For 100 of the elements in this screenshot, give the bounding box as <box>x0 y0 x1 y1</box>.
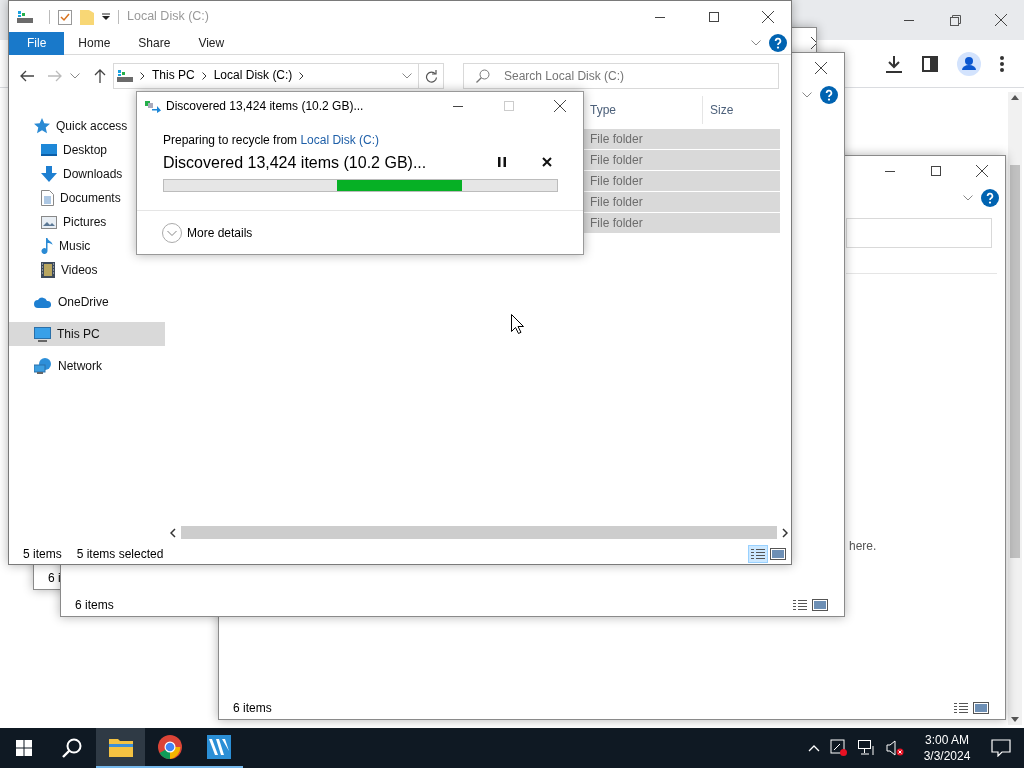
maximize-icon <box>504 101 514 111</box>
dropdown-icon[interactable] <box>402 72 412 79</box>
drive-icon <box>117 68 133 83</box>
close-icon[interactable] <box>762 10 774 23</box>
volume-muted-icon[interactable] <box>886 740 904 756</box>
help-icon[interactable] <box>769 34 787 52</box>
table-row[interactable]: File folder <box>583 171 780 192</box>
scroll-up-icon[interactable] <box>1011 95 1019 100</box>
progress-heading: Discovered 13,424 items (10.2 GB)... <box>163 152 427 172</box>
details-view-icon[interactable] <box>792 599 808 611</box>
hint-text: here. <box>849 539 877 554</box>
breadcrumb-chevron-icon[interactable] <box>140 71 145 80</box>
menu-icon[interactable] <box>1000 55 1004 72</box>
maximize-icon[interactable] <box>709 11 719 22</box>
scroll-down-icon[interactable] <box>1011 717 1019 722</box>
security-icon[interactable] <box>830 739 848 757</box>
film-icon <box>41 262 55 278</box>
music-note-icon <box>41 238 53 254</box>
scroll-left-icon[interactable] <box>170 527 176 538</box>
status-text: 5 items <box>23 546 62 562</box>
cloud-icon <box>34 296 52 308</box>
profile-icon[interactable] <box>957 51 981 76</box>
refresh-button[interactable] <box>419 62 444 89</box>
network-icon <box>34 358 52 374</box>
side-panel-icon[interactable] <box>922 55 938 72</box>
window-title: Local Disk (C:) <box>127 9 209 24</box>
preview-view-icon[interactable] <box>973 702 989 714</box>
search-field[interactable] <box>846 218 992 248</box>
preview-view-button[interactable] <box>768 545 788 563</box>
ribbon-tab[interactable]: File <box>9 31 65 55</box>
nav-item[interactable]: OneDrive <box>9 290 165 314</box>
source-link[interactable]: Local Disk (C:) <box>300 133 380 147</box>
details-view-button[interactable] <box>748 545 768 563</box>
breadcrumb-chevron-icon[interactable] <box>201 71 207 80</box>
table-row[interactable]: File folder <box>583 129 780 150</box>
expand-ribbon-icon[interactable] <box>802 92 812 98</box>
browser-icon <box>157 735 182 759</box>
search-icon <box>476 68 490 83</box>
search-icon[interactable] <box>62 738 82 758</box>
recent-locations-icon[interactable] <box>70 72 80 79</box>
clock[interactable]: 3:00 AM 3/3/2024 <box>916 732 978 764</box>
ribbon-tab[interactable]: View <box>184 31 239 55</box>
expand-ribbon-icon[interactable] <box>963 195 973 201</box>
table-row[interactable]: File folder <box>583 213 780 234</box>
download-icon <box>41 166 57 182</box>
close-icon[interactable] <box>815 62 827 74</box>
picture-icon <box>41 215 57 229</box>
close-icon <box>542 157 552 168</box>
breadcrumb-chevron-icon[interactable] <box>299 71 305 80</box>
ribbon-tab[interactable]: Share <box>124 31 185 55</box>
ribbon-tab[interactable]: Home <box>64 31 125 55</box>
nav-item[interactable]: Network <box>9 354 165 378</box>
close-icon[interactable] <box>976 165 988 177</box>
restore-button-icon[interactable] <box>949 14 961 26</box>
dialog-title: Discovered 13,424 items (10.2 GB)... <box>166 98 364 114</box>
scroll-right-icon[interactable] <box>782 527 788 538</box>
scrollbar-thumb[interactable] <box>1010 165 1020 558</box>
up-icon[interactable] <box>94 68 106 83</box>
more-details-button[interactable]: More details <box>162 221 254 245</box>
status-text: 6 items <box>233 700 272 716</box>
breadcrumb-item[interactable]: Local Disk (C:) <box>213 68 293 83</box>
mouse-cursor-icon <box>511 314 524 334</box>
search-field[interactable]: Search Local Disk (C:) <box>463 62 779 89</box>
close-button-icon[interactable] <box>995 14 1007 26</box>
help-icon[interactable] <box>820 86 838 104</box>
notifications-icon[interactable] <box>991 739 1011 757</box>
show-hidden-icons-icon[interactable] <box>808 744 820 752</box>
table-row[interactable]: File folder <box>583 192 780 213</box>
status-text: 5 items selected <box>76 546 164 562</box>
column-header[interactable]: Size <box>703 96 780 124</box>
details-view-icon[interactable] <box>953 702 969 714</box>
monitor-icon <box>34 326 51 342</box>
breadcrumb-item[interactable]: This PC <box>152 68 195 83</box>
close-icon[interactable] <box>554 100 566 112</box>
status-text: Preparing to recycle from Local Disk (C:) <box>163 133 381 148</box>
refresh-icon <box>424 68 438 83</box>
maximize-icon[interactable] <box>931 166 941 176</box>
nav-item[interactable]: Videos <box>9 258 165 282</box>
expand-icon <box>162 223 182 243</box>
scrollbar[interactable] <box>1008 92 1022 725</box>
address-bar[interactable]: This PC Local Disk (C:) <box>113 62 419 89</box>
taskbar-app[interactable] <box>96 728 145 768</box>
preview-view-icon[interactable] <box>812 599 828 611</box>
status-text: 6 i <box>48 570 61 586</box>
start-icon[interactable] <box>16 740 32 756</box>
back-icon[interactable] <box>20 69 34 82</box>
help-icon[interactable] <box>981 189 999 207</box>
network-icon[interactable] <box>858 740 876 756</box>
properties-icon[interactable] <box>58 8 72 25</box>
drive-icon <box>17 9 33 24</box>
app-icon <box>206 735 231 759</box>
transfer-icon <box>145 99 161 113</box>
table-row[interactable]: File folder <box>583 150 780 171</box>
expand-ribbon-icon[interactable] <box>751 40 761 46</box>
download-icon[interactable] <box>885 54 903 73</box>
pause-icon <box>498 157 506 168</box>
nav-item[interactable]: This PC <box>9 322 165 346</box>
customize-toolbar-icon[interactable] <box>102 12 110 21</box>
status-text: 6 items <box>75 597 114 613</box>
star-icon <box>34 118 50 134</box>
